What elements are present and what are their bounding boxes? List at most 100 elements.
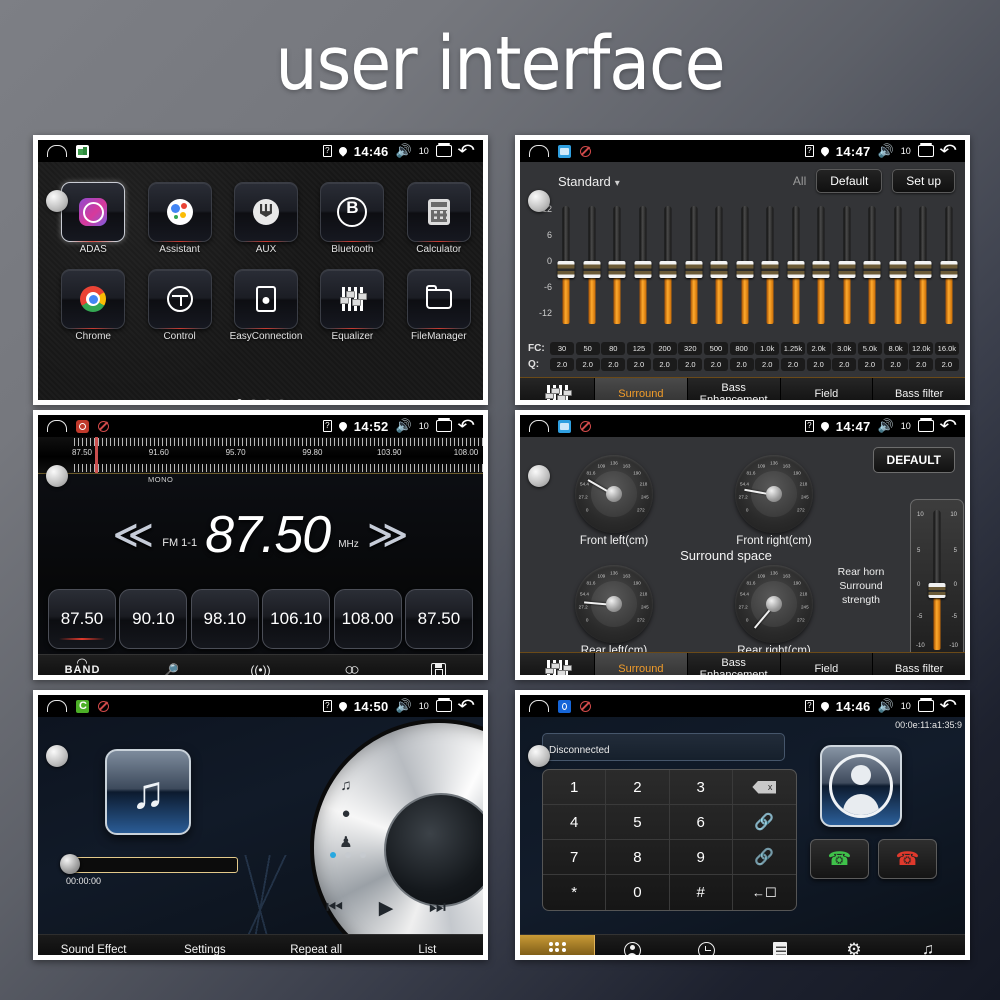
- hardware-knob[interactable]: [46, 465, 68, 487]
- tab-equalizer[interactable]: [520, 378, 595, 400]
- bluetooth-app-icon[interactable]: [558, 699, 571, 713]
- tab-equalizer[interactable]: [520, 653, 595, 675]
- previous-track-icon[interactable]: ⏮: [326, 897, 343, 920]
- dial-key-#[interactable]: #: [670, 875, 733, 910]
- tab-field[interactable]: Field: [781, 653, 874, 675]
- radio-preset-button[interactable]: 106.10: [262, 589, 331, 649]
- artist-icon[interactable]: ♟: [339, 833, 352, 851]
- accept-call-button[interactable]: ☎: [810, 839, 869, 879]
- fc-cell[interactable]: 30: [550, 342, 574, 355]
- eq-band-slider[interactable]: [811, 200, 831, 340]
- tab-bass-filter[interactable]: Bass filter: [873, 653, 965, 675]
- blue-app-icon[interactable]: [558, 419, 571, 433]
- q-cell[interactable]: 2.0: [755, 358, 780, 371]
- disc-icon[interactable]: ●: [341, 805, 350, 822]
- preset-buttons[interactable]: 87.50 90.10 98.10 106.10 108.00 87.50: [48, 589, 473, 649]
- eq-band-slider[interactable]: [633, 200, 653, 340]
- back-icon[interactable]: ↶: [939, 697, 957, 714]
- q-cell[interactable]: 2.0: [601, 358, 626, 371]
- dial-key-2[interactable]: 2: [606, 770, 670, 805]
- eq-band-slider[interactable]: [913, 200, 933, 340]
- q-cell[interactable]: 2.0: [832, 358, 857, 371]
- link-key[interactable]: 🔗: [732, 805, 796, 840]
- dial-key-6[interactable]: 6: [669, 805, 733, 840]
- app-control[interactable]: Control: [136, 269, 222, 342]
- recents-icon[interactable]: [917, 698, 934, 712]
- q-cell[interactable]: 2.0: [857, 358, 882, 371]
- backspace-key[interactable]: x: [732, 770, 796, 805]
- rear-horn-slider[interactable]: 10 10 5 5 0 0 -5 -5 -10 -10: [910, 499, 964, 661]
- next-station-icon[interactable]: ≫: [367, 515, 409, 555]
- fc-cell[interactable]: 125: [626, 342, 651, 355]
- recents-icon[interactable]: [435, 418, 452, 432]
- nav-recent-calls[interactable]: [669, 935, 743, 955]
- nav-settings[interactable]: ⚙: [817, 935, 891, 955]
- hardware-knob[interactable]: [528, 745, 550, 767]
- app-easyconnection[interactable]: EasyConnection: [223, 269, 309, 342]
- dial-front-left[interactable]: Front left(cm) 0 27.2 54.4 81.6 109 136 163 190…: [575, 455, 653, 547]
- music-app-icon[interactable]: [76, 699, 89, 713]
- eq-band-slider[interactable]: [888, 200, 908, 340]
- app-aux[interactable]: AUX: [223, 182, 309, 255]
- eq-band-slider[interactable]: [760, 200, 780, 340]
- recents-icon[interactable]: [435, 143, 452, 157]
- play-icon[interactable]: ▶: [379, 897, 394, 920]
- progress-bar[interactable]: [60, 854, 238, 874]
- radio-preset-button[interactable]: 87.50: [48, 589, 116, 649]
- nav-bt-music[interactable]: ♫: [891, 935, 965, 955]
- progress-area[interactable]: 00:00:00: [60, 854, 238, 886]
- radio-preset-button[interactable]: 108.00: [333, 589, 402, 649]
- unlink-key[interactable]: 🔗: [732, 840, 796, 875]
- fc-cell[interactable]: 2.0k: [806, 342, 831, 355]
- fc-cell[interactable]: 1.25k: [780, 342, 805, 355]
- list-button[interactable]: List: [372, 935, 483, 955]
- dial-rear-left[interactable]: Rear left(cm) 0 27.2 54.4 81.6 109 136 163 190 2…: [575, 565, 653, 657]
- tab-surround[interactable]: Surround: [595, 378, 688, 400]
- dial-key-0[interactable]: 0: [606, 875, 670, 910]
- car-home-icon[interactable]: [529, 420, 549, 432]
- hardware-knob[interactable]: [46, 190, 68, 212]
- q-cell[interactable]: 2.0: [550, 358, 574, 371]
- q-cell[interactable]: 2.0: [626, 358, 651, 371]
- car-home-icon[interactable]: [47, 700, 67, 712]
- default-button[interactable]: Default: [816, 169, 883, 193]
- eq-band-slider[interactable]: [658, 200, 678, 340]
- eq-band-slider[interactable]: [837, 200, 857, 340]
- q-cell[interactable]: 2.0: [575, 358, 600, 371]
- fc-cell[interactable]: 12.0k: [909, 342, 934, 355]
- app-chrome[interactable]: Chrome: [50, 269, 136, 342]
- radio-preset-button[interactable]: 98.10: [190, 589, 259, 649]
- nav-dialpad[interactable]: [520, 935, 595, 955]
- nav-call-log[interactable]: [743, 935, 817, 955]
- eq-band-slider[interactable]: [556, 200, 576, 340]
- app-assistant[interactable]: Assistant: [136, 182, 222, 255]
- q-cell[interactable]: 2.0: [780, 358, 805, 371]
- car-home-icon[interactable]: [529, 700, 549, 712]
- fc-cell[interactable]: 50: [575, 342, 600, 355]
- stereo-button[interactable]: ○○: [305, 655, 394, 675]
- prev-station-icon[interactable]: ≪: [112, 515, 154, 555]
- transport-controls[interactable]: ⏮ ▶ ⏭: [326, 897, 446, 920]
- next-track-icon[interactable]: ⏭: [429, 897, 446, 920]
- fc-cell[interactable]: 80: [601, 342, 626, 355]
- repeat-button[interactable]: Repeat all: [261, 935, 372, 955]
- preset-selector[interactable]: Standard ▾: [558, 174, 620, 189]
- eq-band-slider[interactable]: [786, 200, 806, 340]
- car-home-icon[interactable]: [529, 145, 549, 157]
- fc-cell[interactable]: 5.0k: [857, 342, 882, 355]
- tab-bass-filter[interactable]: Bass filter: [873, 378, 965, 400]
- default-button[interactable]: DEFAULT: [872, 447, 955, 473]
- dial-key-*[interactable]: *: [543, 875, 607, 910]
- dial-key-3[interactable]: 3: [669, 770, 733, 805]
- eq-band-sliders[interactable]: [556, 200, 959, 340]
- tab-surround[interactable]: Surround: [595, 653, 688, 675]
- eq-band-slider[interactable]: [607, 200, 627, 340]
- setup-button[interactable]: Set up: [892, 169, 955, 193]
- nav-contacts[interactable]: [595, 935, 669, 955]
- dial-front-right[interactable]: Front right(cm) 0 27.2 54.4 81.6 109 136 163 19…: [735, 455, 813, 547]
- reject-call-button[interactable]: ☎: [878, 839, 937, 879]
- settings-button[interactable]: Settings: [149, 935, 260, 955]
- sound-effect-button[interactable]: Sound Effect: [38, 935, 149, 955]
- dial-key-9[interactable]: 9: [669, 840, 733, 875]
- scan-button[interactable]: 🔎: [127, 655, 216, 675]
